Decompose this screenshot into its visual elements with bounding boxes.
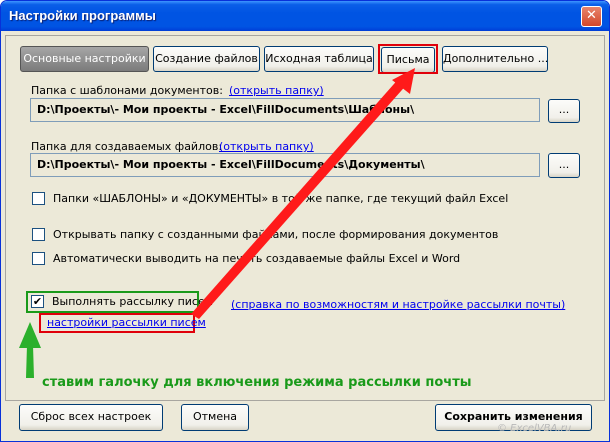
tab-main-settings[interactable]: Основные настройки (20, 46, 149, 72)
annotation-text: ставим галочку для включения режима расс… (42, 375, 472, 390)
mailing-settings-link[interactable]: настройки рассылки писем (47, 316, 206, 329)
option-mailing[interactable]: ✔ Выполнять рассылку писем (31, 295, 213, 308)
open-folder-checkbox[interactable] (32, 228, 45, 241)
reset-settings-button[interactable]: Сброс всех настроек (19, 404, 163, 431)
option-same-folder[interactable]: Папки «ШАБЛОНЫ» и «ДОКУМЕНТЫ» в той же п… (32, 192, 508, 205)
settings-window: Настройки программы ✕ Основные настройки… (0, 0, 610, 442)
templates-folder-label: Папка с шаблонами документов: (31, 84, 223, 97)
same-folder-checkbox[interactable] (32, 192, 45, 205)
mailing-label: Выполнять рассылку писем (52, 295, 214, 308)
same-folder-label: Папки «ШАБЛОНЫ» и «ДОКУМЕНТЫ» в той же п… (53, 192, 509, 205)
tab-file-creation[interactable]: Создание файлов (153, 46, 260, 72)
watermark: © ExcelVBA.ru (497, 423, 572, 434)
mailing-help-link[interactable]: (справка по возможностям и настройке рас… (231, 298, 565, 311)
tab-source-table[interactable]: Исходная таблица (264, 46, 374, 72)
window-title: Настройки программы (9, 8, 156, 23)
option-auto-print[interactable]: Автоматически выводить на печать создава… (32, 252, 460, 265)
auto-print-checkbox[interactable] (32, 252, 45, 265)
option-open-folder[interactable]: Открывать папку с созданными файлами, по… (32, 228, 498, 241)
auto-print-label: Автоматически выводить на печать создава… (53, 252, 461, 265)
output-folder-label: Папка для создаваемых файлов: (31, 140, 223, 153)
tab-additional[interactable]: Дополнительно ... (442, 46, 548, 72)
close-icon[interactable]: ✕ (581, 6, 602, 27)
letters-tab-highlight (378, 44, 438, 74)
templates-browse-button[interactable]: ... (548, 99, 580, 123)
output-path-field[interactable]: D:\Проекты\- Мои проекты - Excel\FillDoc… (30, 153, 540, 177)
open-templates-folder-link[interactable]: (открыть папку) (229, 84, 324, 97)
open-folder-label: Открывать папку с созданными файлами, по… (53, 228, 499, 241)
cancel-button[interactable]: Отмена (181, 404, 249, 431)
templates-path-field[interactable]: D:\Проекты\- Мои проекты - Excel\FillDoc… (30, 98, 540, 122)
mailing-checkbox[interactable]: ✔ (31, 295, 44, 308)
open-output-folder-link[interactable]: (открыть папку) (219, 140, 314, 153)
title-bar[interactable]: Настройки программы ✕ (1, 1, 609, 31)
output-browse-button[interactable]: ... (548, 153, 580, 178)
